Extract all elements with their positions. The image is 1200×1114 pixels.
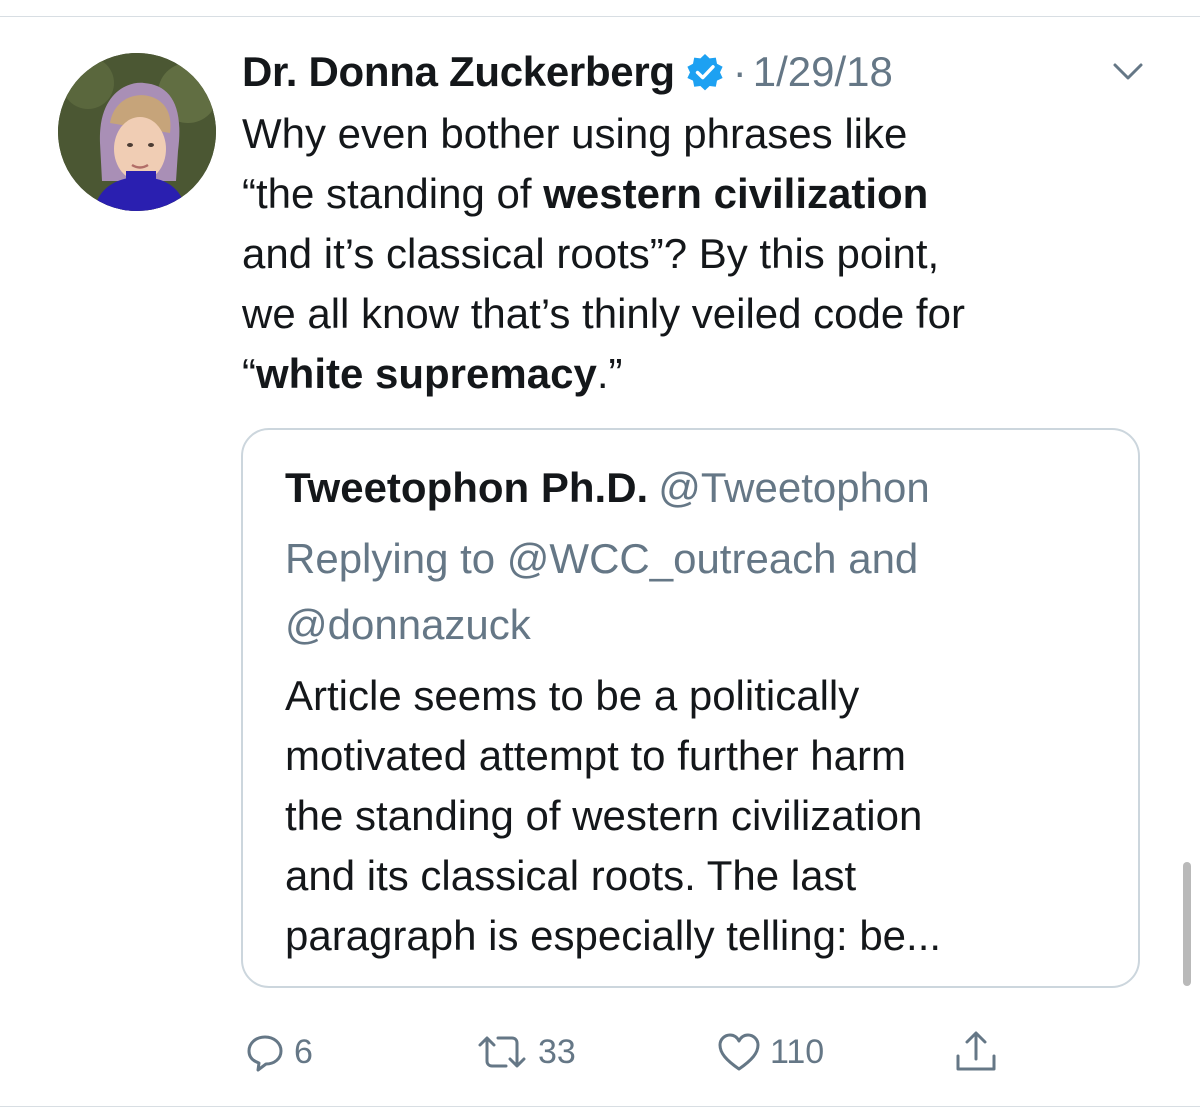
- quoted-text-line: motivated attempt to further harm: [285, 732, 906, 779]
- tweet-text-line: “the standing of western civilization: [242, 170, 929, 217]
- tweet-text-line: and it’s classical roots”? By this point…: [242, 230, 940, 277]
- author-name[interactable]: Dr. Donna Zuckerberg: [242, 48, 675, 96]
- retweet-icon: [474, 1031, 530, 1073]
- header-separator: ·: [732, 48, 747, 95]
- action-bar: 6 33 110: [0, 1020, 1200, 1084]
- tweet-text-line: Why even bother using phrases like: [242, 110, 908, 157]
- tweet-text: Why even bother using phrases like “the …: [242, 104, 1162, 404]
- replying-to: Replying to @WCC_outreach and @donnazuck: [285, 526, 1105, 658]
- reply-icon: [244, 1031, 286, 1073]
- quoted-tweet-text: Article seems to be a politically motiva…: [285, 666, 1115, 966]
- tweet-text-line: we all know that’s thinly veiled code fo…: [242, 290, 965, 337]
- quoted-text-line: Article seems to be a politically: [285, 672, 860, 719]
- retweet-button[interactable]: 33: [474, 1030, 576, 1074]
- share-icon: [952, 1029, 1000, 1075]
- reply-button[interactable]: 6: [244, 1030, 313, 1074]
- like-count: 110: [770, 1032, 825, 1071]
- quoted-tweet-header: Tweetophon Ph.D. @Tweetophon: [285, 460, 930, 516]
- like-button[interactable]: 110: [716, 1030, 824, 1074]
- reply-count: 6: [294, 1032, 313, 1071]
- bold-phrase: western civilization: [543, 170, 929, 217]
- retweet-count: 33: [538, 1032, 576, 1071]
- like-icon: [716, 1031, 762, 1073]
- replying-to-line: @donnazuck: [285, 601, 531, 648]
- share-button[interactable]: [952, 1030, 1000, 1074]
- avatar[interactable]: [58, 53, 216, 211]
- quoted-text-line: paragraph is especially telling: be...: [285, 912, 942, 959]
- quoted-text-line: the standing of western civilization: [285, 792, 923, 839]
- quoted-tweet-card[interactable]: Tweetophon Ph.D. @Tweetophon Replying to …: [241, 428, 1140, 988]
- verified-badge-icon: [685, 52, 725, 92]
- quoted-text-line: and its classical roots. The last: [285, 852, 857, 899]
- top-divider: [0, 16, 1200, 17]
- bold-phrase: white supremacy: [256, 350, 597, 397]
- chevron-down-icon[interactable]: [1112, 60, 1144, 84]
- bottom-divider: [0, 1106, 1200, 1107]
- tweet-text-line: “white supremacy.”: [242, 350, 623, 397]
- scrollbar-thumb[interactable]: [1183, 862, 1191, 986]
- tweet-header: Dr. Donna Zuckerberg · 1/29/18: [242, 44, 893, 100]
- tweet-date[interactable]: 1/29/18: [753, 48, 893, 96]
- quoted-author-name: Tweetophon Ph.D.: [285, 464, 649, 511]
- quoted-author-handle: @Tweetophon: [658, 464, 930, 511]
- replying-to-line: Replying to @WCC_outreach and: [285, 535, 919, 582]
